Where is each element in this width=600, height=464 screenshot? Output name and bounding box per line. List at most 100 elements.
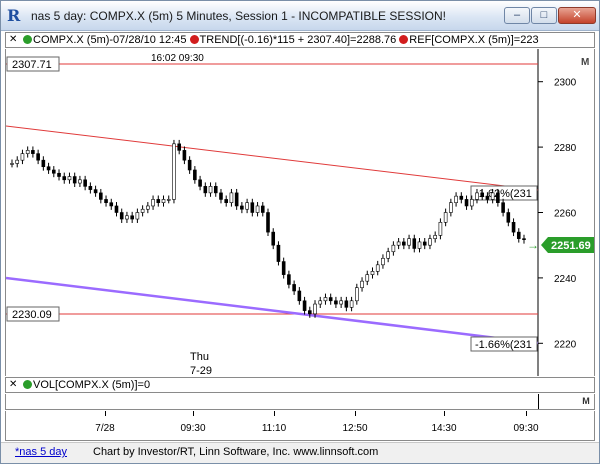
- price-bar[interactable]: [412, 238, 417, 249]
- maximize-button[interactable]: □: [531, 7, 557, 24]
- price-bar[interactable]: [166, 199, 171, 201]
- price-bar[interactable]: [245, 202, 249, 210]
- price-bar[interactable]: [459, 195, 464, 200]
- price-bar[interactable]: [323, 297, 328, 302]
- price-bar[interactable]: [41, 159, 46, 168]
- price-bar[interactable]: [307, 310, 312, 315]
- title-bar[interactable]: R nas 5 day: COMPX.X (5m) 5 Minutes, Ses…: [1, 1, 599, 31]
- price-bar[interactable]: [198, 179, 202, 187]
- price-bar[interactable]: [78, 179, 82, 184]
- price-bar[interactable]: [443, 212, 448, 223]
- price-bar[interactable]: [182, 150, 187, 161]
- price-bar[interactable]: [234, 192, 239, 207]
- price-bar[interactable]: [72, 176, 77, 184]
- price-bar[interactable]: [297, 290, 302, 302]
- price-bars[interactable]: [10, 139, 526, 318]
- price-bar[interactable]: [355, 287, 359, 302]
- price-bar[interactable]: [25, 150, 30, 154]
- price-bar[interactable]: [349, 300, 354, 308]
- price-bar[interactable]: [407, 238, 411, 246]
- close-volume-pane-icon[interactable]: ✕: [9, 378, 17, 392]
- price-bar[interactable]: [114, 205, 119, 213]
- price-bar[interactable]: [313, 303, 317, 315]
- price-bar[interactable]: [67, 176, 72, 181]
- price-bar[interactable]: [177, 143, 181, 151]
- price-bar[interactable]: [370, 271, 375, 275]
- price-bar[interactable]: [88, 186, 93, 190]
- price-bar[interactable]: [344, 300, 349, 308]
- close-pane-icon[interactable]: ✕: [9, 33, 17, 47]
- price-bar[interactable]: [422, 241, 427, 246]
- price-bar[interactable]: [365, 274, 370, 282]
- price-chart[interactable]: 2300 2280 2260 2240 2220 2307.71 2230.09 16:…: [6, 49, 594, 376]
- price-bar[interactable]: [271, 231, 276, 246]
- price-bar[interactable]: [506, 212, 511, 223]
- price-bar[interactable]: [417, 241, 422, 249]
- price-bar[interactable]: [130, 215, 134, 220]
- close-button[interactable]: ✕: [558, 7, 596, 24]
- price-bar[interactable]: [10, 163, 14, 165]
- price-bar[interactable]: [302, 300, 307, 311]
- price-bar[interactable]: [490, 192, 495, 200]
- price-bar[interactable]: [386, 251, 390, 259]
- price-bar[interactable]: [516, 231, 521, 239]
- price-bar[interactable]: [219, 192, 223, 200]
- price-bar[interactable]: [240, 205, 244, 210]
- price-bar[interactable]: [250, 202, 255, 213]
- price-bar[interactable]: [57, 172, 61, 177]
- price-bar[interactable]: [266, 212, 270, 233]
- price-bar[interactable]: [475, 192, 479, 200]
- price-bar[interactable]: [46, 166, 51, 171]
- price-bar[interactable]: [62, 176, 67, 181]
- price-bar[interactable]: [156, 199, 161, 203]
- m-marker-top[interactable]: M: [581, 57, 589, 68]
- price-bar[interactable]: [339, 300, 343, 305]
- price-bar[interactable]: [449, 202, 453, 213]
- price-bar[interactable]: [391, 244, 396, 253]
- price-bar[interactable]: [360, 280, 364, 289]
- price-bar[interactable]: [187, 159, 192, 171]
- price-bar[interactable]: [464, 199, 469, 207]
- price-bar[interactable]: [433, 235, 437, 239]
- price-bar[interactable]: [203, 186, 208, 194]
- price-bar[interactable]: [328, 297, 333, 302]
- price-bar[interactable]: [485, 195, 490, 200]
- price-bar[interactable]: [402, 241, 406, 246]
- price-bar[interactable]: [229, 192, 234, 203]
- chart-page-tab[interactable]: *nas 5 day: [15, 443, 67, 462]
- price-bar[interactable]: [438, 222, 443, 236]
- price-bar[interactable]: [287, 274, 291, 285]
- price-bar[interactable]: [454, 195, 458, 203]
- price-bar[interactable]: [511, 222, 516, 233]
- volume-pane[interactable]: M: [5, 394, 595, 410]
- price-bar[interactable]: [318, 300, 323, 305]
- m-marker-volume[interactable]: M: [580, 395, 592, 407]
- price-bar[interactable]: [140, 208, 145, 213]
- price-bar[interactable]: [83, 179, 87, 187]
- minimize-button[interactable]: –: [504, 7, 530, 24]
- price-bar[interactable]: [480, 192, 485, 197]
- price-chart-pane[interactable]: 2300 2280 2260 2240 2220 2307.71 2230.09 16:…: [5, 49, 595, 376]
- price-bar[interactable]: [193, 169, 197, 181]
- price-bar[interactable]: [109, 202, 114, 207]
- price-bar[interactable]: [381, 257, 385, 266]
- price-bar[interactable]: [292, 284, 296, 292]
- price-bar[interactable]: [20, 153, 25, 161]
- trend-line-lower[interactable]: [6, 276, 539, 345]
- price-bar[interactable]: [31, 150, 35, 154]
- price-bar[interactable]: [51, 169, 56, 174]
- price-bar[interactable]: [469, 199, 474, 207]
- price-bar[interactable]: [172, 143, 176, 200]
- price-bar[interactable]: [213, 186, 218, 194]
- price-bar[interactable]: [119, 212, 124, 220]
- price-bar[interactable]: [208, 186, 213, 194]
- price-bar[interactable]: [93, 189, 98, 194]
- price-bar[interactable]: [260, 205, 265, 213]
- price-bar[interactable]: [334, 300, 338, 305]
- price-bar[interactable]: [276, 244, 281, 262]
- price-bar[interactable]: [496, 192, 500, 203]
- price-bar[interactable]: [151, 199, 155, 207]
- price-bar[interactable]: [224, 199, 229, 203]
- price-bar[interactable]: [15, 159, 20, 164]
- price-bar[interactable]: [522, 238, 526, 240]
